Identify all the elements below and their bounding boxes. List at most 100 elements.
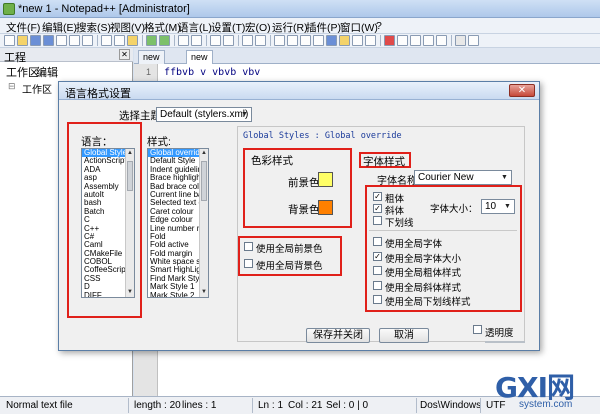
- monitor-icon[interactable]: [365, 35, 376, 46]
- background-color-swatch[interactable]: [318, 200, 333, 215]
- doc-map-icon[interactable]: [326, 35, 337, 46]
- menu-plugins[interactable]: 插件(P): [306, 20, 341, 35]
- menu-macro[interactable]: 宏(O): [245, 20, 271, 35]
- settings-icon[interactable]: [468, 35, 479, 46]
- save-all-icon[interactable]: [43, 35, 54, 46]
- font-name-select[interactable]: Courier New ▼: [414, 170, 512, 185]
- global-font-checkbox[interactable]: [373, 237, 382, 246]
- cancel-button[interactable]: 取消: [379, 328, 429, 343]
- language-list-scrollbar[interactable]: ▲ ▼: [125, 149, 134, 297]
- menu-file[interactable]: 文件(F): [6, 20, 40, 35]
- style-list[interactable]: Global override Default Style Indent guide…: [147, 148, 209, 298]
- close-icon[interactable]: ✕: [119, 49, 130, 60]
- global-foreground-label: 使用全局前景色: [256, 244, 323, 255]
- scroll-down-icon[interactable]: ▼: [200, 288, 208, 297]
- line-position: Ln : 1: [258, 400, 284, 411]
- tab-new[interactable]: new: [138, 50, 165, 64]
- foreground-label: 前景色: [288, 177, 320, 189]
- menu-window[interactable]: 窗口(W): [340, 20, 378, 35]
- record-macro-icon[interactable]: [384, 35, 395, 46]
- toolbar-separator: [238, 35, 239, 46]
- divider: [369, 230, 517, 231]
- foreground-color-swatch[interactable]: [318, 172, 333, 187]
- watermark-site: system.com: [519, 399, 573, 410]
- code-line[interactable]: ffbvb v vbvb vbv: [164, 67, 260, 79]
- function-list-icon[interactable]: [339, 35, 350, 46]
- redo-icon[interactable]: [159, 35, 170, 46]
- status-divider: [416, 398, 417, 413]
- menu-language[interactable]: 语言(L): [178, 20, 212, 35]
- scroll-thumb[interactable]: [201, 161, 207, 201]
- close-file-icon[interactable]: [56, 35, 67, 46]
- line-number: 1: [146, 67, 152, 77]
- global-font-checkbox[interactable]: ✓: [373, 251, 382, 261]
- status-divider: [480, 398, 481, 413]
- stop-macro-icon[interactable]: [397, 35, 408, 46]
- scroll-up-icon[interactable]: ▲: [200, 149, 208, 158]
- find-icon[interactable]: [178, 35, 189, 46]
- print-icon[interactable]: [82, 35, 93, 46]
- transparency-slider[interactable]: [485, 341, 525, 343]
- sync-h-icon[interactable]: [255, 35, 266, 46]
- spell-check-icon[interactable]: [455, 35, 466, 46]
- theme-select[interactable]: Default (stylers.xml) ▼: [156, 107, 252, 122]
- indent-guide-icon[interactable]: [300, 35, 311, 46]
- tree-item-workspace[interactable]: 工作区: [22, 81, 52, 96]
- zoom-in-icon[interactable]: [210, 35, 221, 46]
- cut-icon[interactable]: [101, 35, 112, 46]
- theme-select-value: Default (stylers.xml): [160, 109, 249, 120]
- scroll-down-icon[interactable]: ▼: [126, 288, 134, 297]
- folder-workspace-icon[interactable]: [352, 35, 363, 46]
- underline-checkbox[interactable]: [373, 216, 382, 225]
- tab-label: new: [143, 52, 160, 62]
- wrap-icon[interactable]: [274, 35, 285, 46]
- udl-icon[interactable]: [313, 35, 324, 46]
- open-file-icon[interactable]: [17, 35, 28, 46]
- new-file-icon[interactable]: [4, 35, 15, 46]
- save-macro-icon[interactable]: [436, 35, 447, 46]
- save-close-button[interactable]: 保存并关闭: [306, 328, 370, 343]
- close-all-icon[interactable]: [69, 35, 80, 46]
- global-foreground-checkbox[interactable]: [244, 242, 253, 251]
- scroll-up-icon[interactable]: ▲: [126, 149, 134, 158]
- scroll-thumb[interactable]: [127, 161, 133, 191]
- theme-label: 选择主题: [119, 110, 161, 122]
- transparency-label: 透明度: [485, 328, 514, 339]
- menu-edit[interactable]: 编辑(E): [42, 20, 77, 35]
- all-chars-icon[interactable]: [287, 35, 298, 46]
- tab-new-active[interactable]: new: [186, 50, 213, 64]
- save-icon[interactable]: [30, 35, 41, 46]
- dialog-title: 语言格式设置: [65, 88, 131, 100]
- menu-format[interactable]: 格式(M): [144, 20, 181, 35]
- replace-icon[interactable]: [191, 35, 202, 46]
- menu-view[interactable]: 视图(V): [110, 20, 145, 35]
- play-multiple-icon[interactable]: [423, 35, 434, 46]
- menu-settings[interactable]: 设置(T): [211, 20, 245, 35]
- menu-search[interactable]: 搜索(S): [76, 20, 111, 35]
- menu-run[interactable]: 运行(R): [272, 20, 308, 35]
- global-background-checkbox[interactable]: [244, 259, 253, 268]
- global-font-checkbox[interactable]: [373, 280, 382, 290]
- dialog-title-bar: 语言格式设置 ✕: [59, 82, 539, 100]
- zoom-out-icon[interactable]: [223, 35, 234, 46]
- status-divider: [128, 398, 129, 413]
- global-font-checkbox-label: 使用全局字体: [385, 239, 443, 250]
- eol-format: Dos\Windows: [420, 400, 482, 411]
- sync-v-icon[interactable]: [242, 35, 253, 46]
- paste-icon[interactable]: [127, 35, 138, 46]
- close-icon[interactable]: ✕: [509, 84, 535, 97]
- global-font-checkbox[interactable]: [373, 295, 382, 304]
- file-type: Normal text file: [6, 400, 73, 411]
- bold-checkbox[interactable]: ✓: [373, 192, 382, 201]
- menu-help[interactable]: ?: [376, 20, 382, 32]
- italic-checkbox[interactable]: ✓: [373, 204, 382, 213]
- language-list[interactable]: Global Styles ActionScript ADA asp Assembly a…: [81, 148, 135, 298]
- undo-icon[interactable]: [146, 35, 157, 46]
- style-list-scrollbar[interactable]: ▲ ▼: [199, 149, 208, 297]
- tab-label: new: [191, 52, 208, 62]
- copy-icon[interactable]: [114, 35, 125, 46]
- font-size-select[interactable]: 10 ▼: [481, 199, 515, 214]
- transparency-checkbox[interactable]: [473, 325, 482, 334]
- play-macro-icon[interactable]: [410, 35, 421, 46]
- global-font-checkbox[interactable]: [373, 266, 382, 275]
